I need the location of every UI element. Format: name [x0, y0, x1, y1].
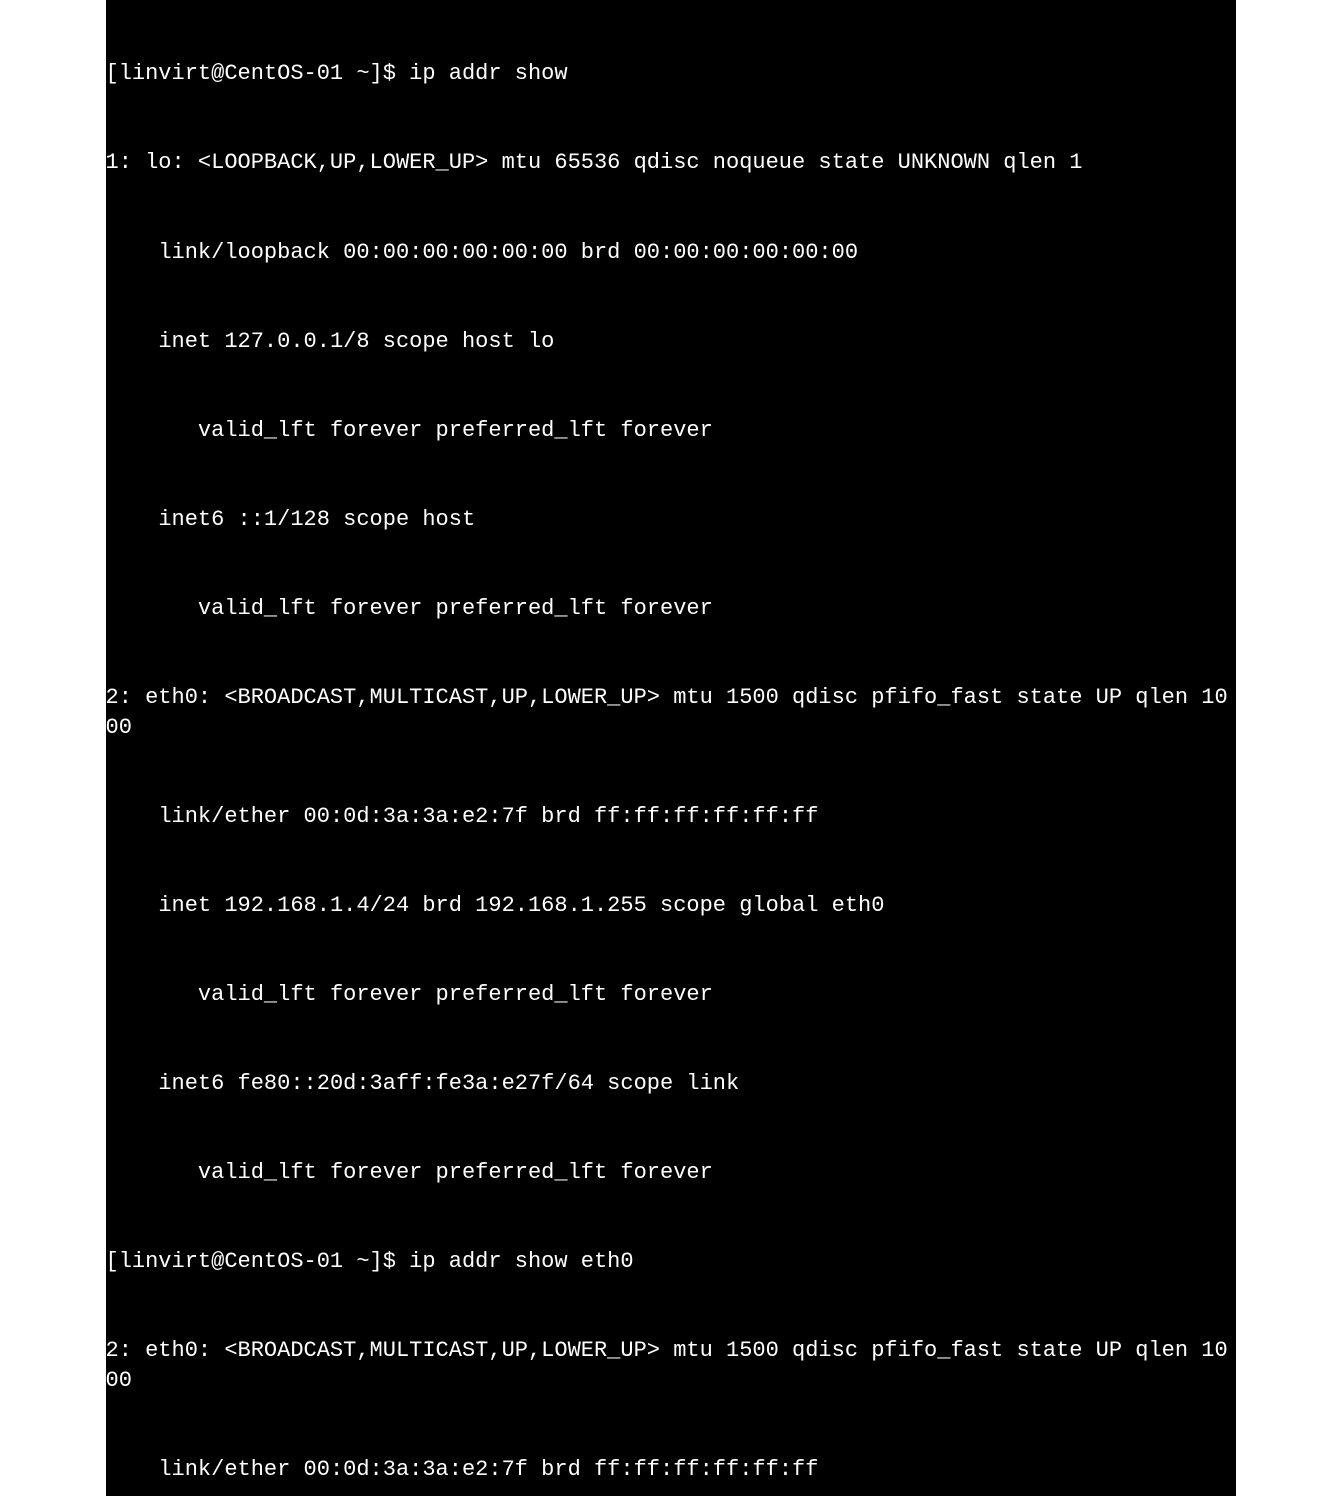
output-line: link/loopback 00:00:00:00:00:00 brd 00:0…	[106, 238, 1236, 268]
output-line: valid_lft forever preferred_lft forever	[106, 594, 1236, 624]
output-line: inet6 ::1/128 scope host	[106, 505, 1236, 535]
prompt-line: [linvirt@CentOS-01 ~]$ ip addr show eth0	[106, 1247, 1236, 1277]
output-line: inet 127.0.0.1/8 scope host lo	[106, 327, 1236, 357]
output-line: valid_lft forever preferred_lft forever	[106, 416, 1236, 446]
prompt-line: [linvirt@CentOS-01 ~]$ ip addr show	[106, 59, 1236, 89]
output-line: inet 192.168.1.4/24 brd 192.168.1.255 sc…	[106, 891, 1236, 921]
output-line: valid_lft forever preferred_lft forever	[106, 980, 1236, 1010]
output-line: 2: eth0: <BROADCAST,MULTICAST,UP,LOWER_U…	[106, 1336, 1236, 1395]
terminal-window[interactable]: [linvirt@CentOS-01 ~]$ ip addr show 1: l…	[106, 0, 1236, 1496]
output-line: link/ether 00:0d:3a:3a:e2:7f brd ff:ff:f…	[106, 802, 1236, 832]
output-line: link/ether 00:0d:3a:3a:e2:7f brd ff:ff:f…	[106, 1455, 1236, 1485]
output-line: 2: eth0: <BROADCAST,MULTICAST,UP,LOWER_U…	[106, 683, 1236, 742]
output-line: 1: lo: <LOOPBACK,UP,LOWER_UP> mtu 65536 …	[106, 148, 1236, 178]
output-line: valid_lft forever preferred_lft forever	[106, 1158, 1236, 1188]
output-line: inet6 fe80::20d:3aff:fe3a:e27f/64 scope …	[106, 1069, 1236, 1099]
